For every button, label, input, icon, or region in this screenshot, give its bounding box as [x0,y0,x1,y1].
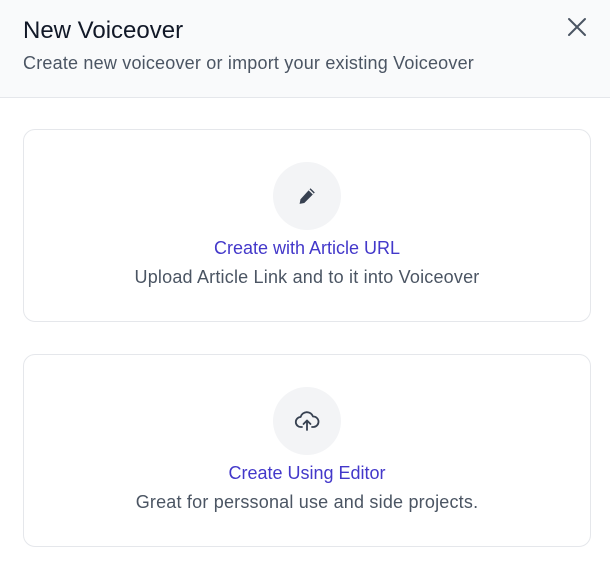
option-title: Create with Article URL [213,238,401,258]
create-using-editor-option[interactable]: Create Using Editor Great for perssonal … [23,354,591,547]
option-title: Create Using Editor [228,463,386,483]
close-button[interactable] [563,13,591,41]
close-icon [568,18,586,36]
option-icon-wrapper [273,162,341,230]
option-description: Upload Article Link and to it into Voice… [134,267,480,287]
modal-subtitle: Create new voiceover or import your exis… [23,53,475,73]
modal-title: New Voiceover [23,17,184,44]
option-description: Great for perssonal use and side project… [135,492,479,512]
pencil-icon [299,188,315,204]
create-with-article-url-option[interactable]: Create with Article URL Upload Article L… [23,129,591,322]
option-icon-wrapper [273,387,341,455]
cloud-upload-icon [294,411,320,431]
modal-header: New Voiceover Create new voiceover or im… [0,0,610,98]
